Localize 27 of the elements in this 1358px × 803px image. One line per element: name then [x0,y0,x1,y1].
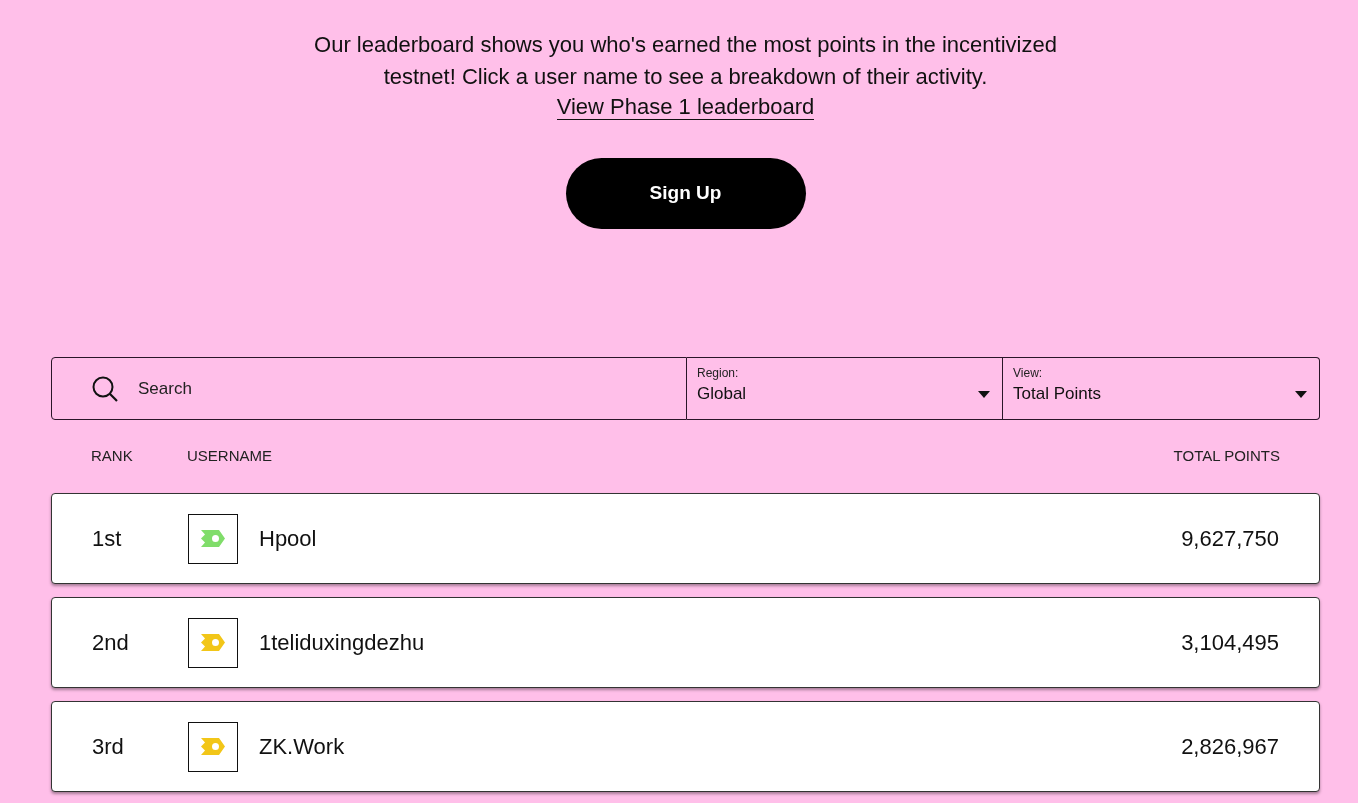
leaderboard-row[interactable]: 1st Hpool 9,627,750 [51,493,1320,584]
sign-up-button[interactable]: Sign Up [565,158,806,229]
search-icon [92,375,118,402]
rank-text: 3rd [92,734,124,759]
intro-text: Our leaderboard shows you who's earned the most points in the incentivized testnet! Click a user name to see a breakdown of their activity. [313,31,1058,91]
dropdown-select[interactable]: Total Points [1013,381,1307,407]
username-link[interactable]: 1teliduxingdezhu [259,626,425,659]
dropdown-label: View: [1013,366,1043,381]
leaderboard-row[interactable]: 3rd ZK.Work 2,826,967 [51,701,1320,792]
dropdown-label: Region: [697,366,739,381]
points-text: 3,104,495 [1181,629,1279,657]
phase-leaderboard-link[interactable]: View Phase 1 leaderboard [556,94,815,120]
column-header: TOTAL POINTS [1173,446,1280,467]
search-box[interactable]: Search [51,357,687,420]
username-link[interactable]: ZK.Work [259,730,345,763]
column-header: RANK [91,447,133,465]
caret-icon [1295,390,1307,398]
rank-text: 2nd [92,630,129,655]
username-link[interactable]: Hpool [259,522,317,555]
column-header: USERNAME [187,446,272,467]
search-input[interactable]: Search [118,368,686,409]
caret-icon [978,390,990,398]
dropdown-select[interactable]: Global [697,381,990,407]
rank-text: 1st [92,526,122,551]
points-text: 9,627,750 [1181,525,1279,553]
leaderboard-row[interactable]: 2nd 1teliduxingdezhu 3,104,495 [51,597,1320,688]
points-text: 2,826,967 [1181,733,1279,761]
